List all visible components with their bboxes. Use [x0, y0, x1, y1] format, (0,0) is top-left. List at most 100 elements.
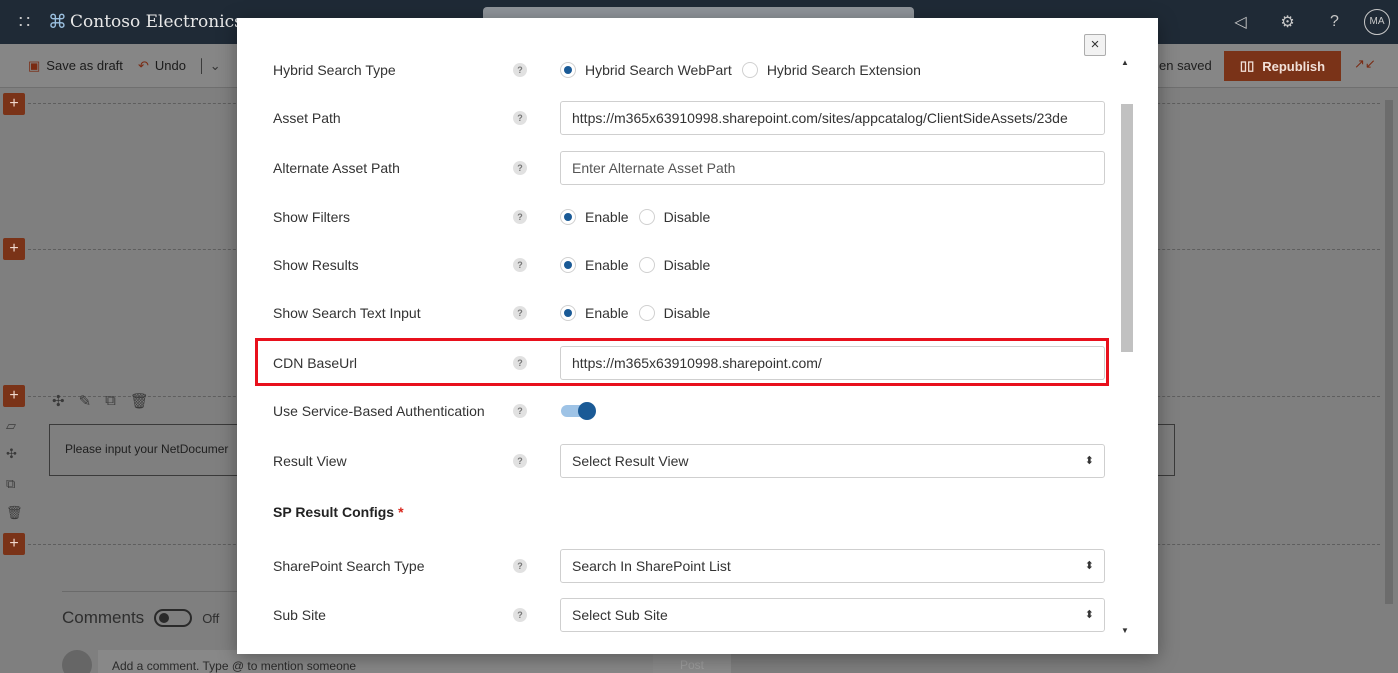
avatar — [62, 650, 92, 673]
radio-label: Enable — [585, 257, 629, 273]
suite-icons: ◁ ⚙ ? MA — [1217, 0, 1398, 44]
comments-toggle[interactable] — [154, 609, 193, 627]
edit-icon[interactable]: ✎ — [79, 392, 92, 410]
logo-icon: ⌘ — [48, 11, 67, 33]
delete-icon[interactable]: 🗑 — [130, 392, 149, 410]
alternate-asset-path-row: Alternate Asset Path ? Enter Alternate A… — [237, 151, 1117, 185]
save-draft-button[interactable]: ▣ Save as draft — [28, 44, 123, 88]
field-label: CDN BaseUrl — [273, 355, 358, 371]
radio-label: Disable — [663, 209, 711, 225]
radio-disable[interactable] — [638, 305, 655, 321]
comments-toggle-label: Off — [202, 610, 220, 626]
help-icon[interactable]: ? — [513, 111, 527, 125]
scroll-down-icon[interactable]: ▼ — [1121, 626, 1129, 635]
field-label: Sub Site — [273, 607, 326, 623]
sharepoint-search-type-row: SharePoint Search Type ? Search In Share… — [237, 549, 1117, 583]
edit-section-icon[interactable]: ▱ — [6, 418, 16, 434]
radio-label: Hybrid Search WebPart — [585, 62, 732, 78]
avatar[interactable]: MA — [1364, 9, 1390, 35]
asset-path-input[interactable]: https://m365x63910998.sharepoint.com/sit… — [560, 101, 1105, 135]
move-icon[interactable]: ✣ — [6, 446, 17, 462]
add-section-button[interactable]: + — [3, 93, 25, 115]
show-search-text-input-row: Show Search Text Input ? Enable Disable — [237, 296, 1117, 330]
help-icon[interactable]: ? — [513, 210, 527, 224]
brand-name: Contoso Electronics — [70, 12, 243, 32]
radio-enable[interactable] — [560, 209, 576, 225]
dialog-scrollbar[interactable]: ▲ ▼ — [1118, 56, 1135, 637]
webpart-toolbar: ✣ ✎ ⧉ 🗑 — [52, 392, 149, 410]
help-icon[interactable]: ? — [513, 454, 527, 468]
radio-disable[interactable] — [638, 257, 655, 273]
scrollbar-thumb[interactable] — [1121, 104, 1133, 352]
page-scrollbar[interactable] — [1381, 88, 1398, 673]
add-section-button[interactable]: + — [3, 238, 25, 260]
duplicate-icon[interactable]: ⧉ — [6, 476, 15, 492]
comments-title: Comments — [62, 608, 145, 627]
undo-dropdown-icon[interactable]: │ ⌄ — [198, 44, 221, 88]
toggle-knob — [578, 402, 596, 420]
scrollbar-thumb[interactable] — [1385, 100, 1393, 604]
duplicate-icon[interactable]: ⧉ — [105, 392, 116, 410]
book-icon: ▯▯ — [1239, 58, 1255, 73]
help-icon[interactable]: ? — [513, 161, 527, 175]
hybrid-search-type-row: Hybrid Search Type ? Hybrid Search WebPa… — [237, 53, 1117, 87]
asset-path-row: Asset Path ? https://m365x63910998.share… — [237, 101, 1117, 135]
alternate-asset-path-input[interactable]: Enter Alternate Asset Path — [560, 151, 1105, 185]
scroll-up-icon[interactable]: ▲ — [1121, 58, 1129, 67]
result-view-select[interactable]: Select Result View — [560, 444, 1105, 478]
radio-label: Disable — [663, 305, 711, 321]
help-icon[interactable]: ? — [513, 608, 527, 622]
sub-site-select[interactable]: Select Sub Site — [560, 598, 1105, 632]
field-label: Alternate Asset Path — [273, 160, 400, 176]
result-view-row: Result View ? Select Result View — [237, 444, 1117, 478]
show-filters-row: Show Filters ? Enable Disable — [237, 200, 1117, 234]
add-section-button[interactable]: + — [3, 533, 25, 555]
field-label: Show Results — [273, 257, 359, 273]
gear-icon[interactable]: ⚙ — [1264, 12, 1311, 32]
show-results-radios: Enable Disable — [560, 248, 720, 282]
property-pane-dialog: × Hybrid Search Type ? Hybrid Search Web… — [237, 18, 1158, 654]
required-mark: * — [398, 504, 404, 520]
field-label: Hybrid Search Type — [273, 62, 396, 78]
radio-label: Enable — [585, 209, 629, 225]
collapse-icon[interactable]: ↗↙ — [1354, 56, 1376, 72]
cdn-base-url-row: CDN BaseUrl ? https://m365x63910998.shar… — [237, 346, 1117, 380]
show-filters-radios: Enable Disable — [560, 200, 720, 234]
delete-icon[interactable]: 🗑 — [6, 505, 23, 521]
undo-icon: ↶ — [138, 58, 149, 73]
field-label: SharePoint Search Type — [273, 558, 425, 574]
help-icon[interactable]: ? — [513, 258, 527, 272]
save-icon: ▣ — [28, 58, 41, 73]
undo-label: Undo — [154, 58, 186, 73]
cdn-base-url-input[interactable]: https://m365x63910998.sharepoint.com/ — [560, 346, 1105, 380]
app-launcher-icon[interactable]: ∷ — [0, 12, 48, 33]
field-label: Asset Path — [273, 110, 341, 126]
help-icon[interactable]: ? — [513, 559, 527, 573]
sub-site-row: Sub Site ? Select Sub Site — [237, 598, 1117, 632]
republish-button[interactable]: ▯▯ Republish — [1224, 51, 1341, 81]
radio-enable[interactable] — [560, 257, 576, 273]
add-section-button[interactable]: + — [3, 385, 25, 407]
megaphone-icon[interactable]: ◁ — [1217, 12, 1264, 32]
comments-header: Comments Off — [62, 608, 219, 628]
help-icon[interactable]: ? — [513, 404, 527, 418]
show-results-row: Show Results ? Enable Disable — [237, 248, 1117, 282]
move-icon[interactable]: ✣ — [52, 392, 65, 410]
brand[interactable]: ⌘ Contoso Electronics — [48, 11, 243, 33]
service-auth-toggle[interactable] — [561, 402, 597, 420]
radio-hybrid-webpart[interactable] — [560, 62, 576, 78]
radio-enable[interactable] — [560, 305, 576, 321]
help-icon[interactable]: ? — [513, 306, 527, 320]
radio-label: Enable — [585, 305, 629, 321]
radio-disable[interactable] — [638, 209, 655, 225]
help-icon[interactable]: ? — [1311, 13, 1358, 31]
section-title-text: SP Result Configs — [273, 504, 395, 520]
sharepoint-search-type-select[interactable]: Search In SharePoint List — [560, 549, 1105, 583]
field-label: Show Search Text Input — [273, 305, 421, 321]
field-label: Result View — [273, 453, 347, 469]
radio-hybrid-extension[interactable] — [741, 62, 758, 78]
radio-label: Hybrid Search Extension — [766, 62, 921, 78]
undo-button[interactable]: ↶ Undo — [138, 44, 186, 88]
help-icon[interactable]: ? — [513, 63, 527, 77]
help-icon[interactable]: ? — [513, 356, 527, 370]
